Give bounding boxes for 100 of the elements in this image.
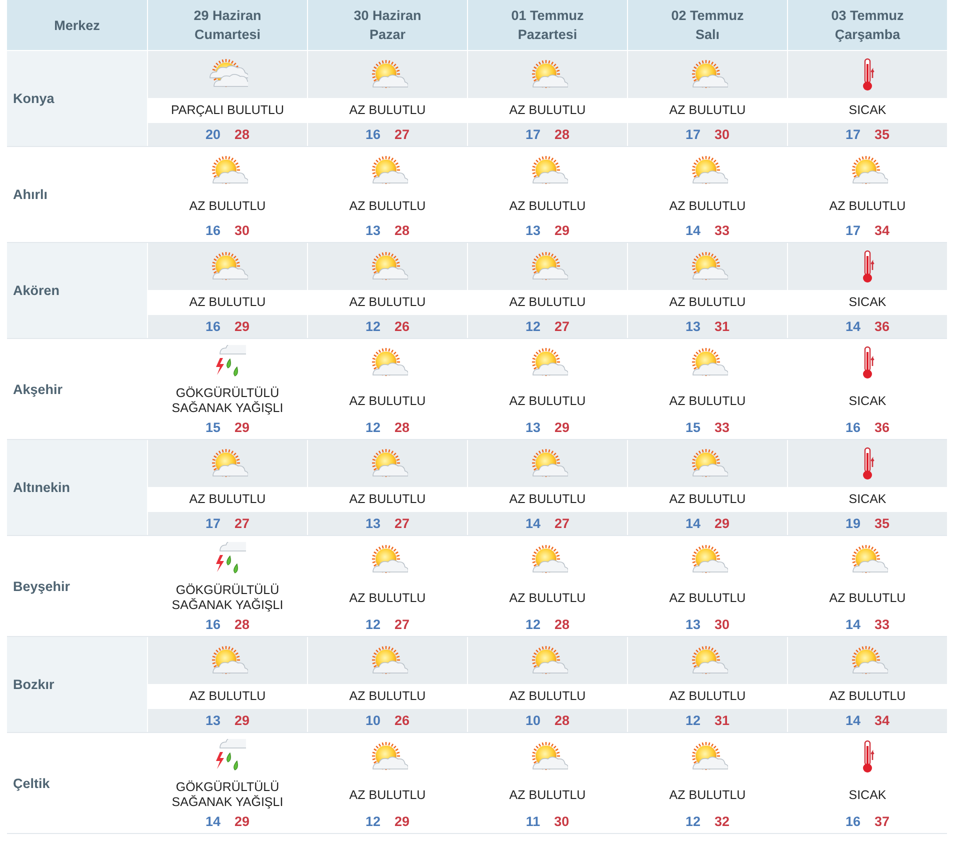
low-temperature: 17: [525, 127, 540, 142]
high-temperature: 28: [554, 617, 570, 632]
low-temperature: 12: [525, 617, 540, 632]
city-name: Altınekin: [7, 440, 147, 535]
condition-text: AZ BULUTLU: [669, 788, 746, 802]
condition-text: AZ BULUTLU: [669, 394, 746, 408]
high-temperature: 36: [874, 420, 890, 435]
low-temperature: 16: [205, 617, 220, 632]
high-temperature: 30: [714, 127, 730, 142]
column-header: 02 Temmuz Salı: [628, 0, 787, 50]
low-temperature: 12: [685, 713, 700, 728]
low-temperature: 12: [365, 617, 380, 632]
low-temperature: 13: [685, 319, 700, 334]
condition-text: AZ BULUTLU: [509, 394, 586, 408]
condition-text: AZ BULUTLU: [669, 492, 746, 507]
city-name: Bozkır: [7, 637, 147, 732]
high-temperature: 28: [554, 127, 570, 142]
high-temperature: 28: [554, 713, 570, 728]
high-temperature: 28: [394, 420, 410, 435]
condition-text: AZ BULUTLU: [509, 590, 586, 606]
low-temperature: 20: [205, 127, 220, 142]
low-temperature: 17: [205, 516, 220, 531]
high-temperature: 29: [234, 713, 250, 728]
high-temperature: 33: [714, 420, 730, 435]
low-temperature: 12: [525, 319, 540, 334]
condition-text: AZ BULUTLU: [669, 103, 746, 118]
high-temperature: 37: [874, 814, 890, 829]
high-temperature: 35: [874, 127, 890, 142]
high-temperature: 31: [714, 713, 730, 728]
low-temperature: 12: [365, 814, 380, 829]
high-temperature: 36: [874, 319, 890, 334]
column-header: 30 Haziran Pazar: [308, 0, 467, 50]
low-temperature: 14: [845, 319, 860, 334]
low-temperature: 14: [205, 814, 220, 829]
low-temperature: 15: [205, 420, 220, 435]
condition-text: SICAK: [848, 295, 886, 310]
condition-text: AZ BULUTLU: [669, 295, 746, 310]
condition-text: AZ BULUTLU: [829, 689, 906, 704]
condition-text: AZ BULUTLU: [189, 295, 266, 310]
high-temperature: 27: [554, 319, 570, 334]
high-temperature: 35: [874, 516, 890, 531]
high-temperature: 29: [714, 516, 730, 531]
low-temperature: 13: [205, 713, 220, 728]
condition-text: AZ BULUTLU: [509, 199, 586, 214]
high-temperature: 34: [874, 223, 890, 238]
high-temperature: 32: [714, 814, 730, 829]
high-temperature: 33: [874, 617, 890, 632]
high-temperature: 27: [394, 516, 410, 531]
condition-text: AZ BULUTLU: [349, 689, 426, 704]
low-temperature: 17: [845, 127, 860, 142]
condition-text: AZ BULUTLU: [509, 788, 586, 802]
condition-text: AZ BULUTLU: [669, 689, 746, 704]
low-temperature: 11: [526, 814, 540, 829]
city-name: Beyşehir: [12, 578, 72, 596]
condition-text: AZ BULUTLU: [349, 394, 426, 408]
condition-text: AZ BULUTLU: [669, 199, 746, 214]
low-temperature: 13: [525, 420, 540, 435]
column-header: 03 Temmuz Çarşamba: [788, 0, 947, 50]
condition-text: AZ BULUTLU: [349, 103, 426, 118]
low-temperature: 14: [845, 713, 860, 728]
high-temperature: 33: [714, 223, 730, 238]
city-name: Konya: [7, 51, 147, 146]
city-name: Ahırlı: [12, 186, 49, 204]
low-temperature: 15: [685, 420, 700, 435]
high-temperature: 27: [554, 516, 570, 531]
condition-text: SICAK: [848, 394, 886, 408]
condition-text: AZ BULUTLU: [349, 590, 426, 606]
column-header: Merkez: [7, 0, 147, 50]
low-temperature: 13: [685, 617, 700, 632]
low-temperature: 12: [365, 319, 380, 334]
high-temperature: 28: [234, 617, 250, 632]
condition-text: AZ BULUTLU: [189, 492, 266, 507]
high-temperature: 31: [714, 319, 730, 334]
high-temperature: 29: [234, 319, 250, 334]
low-temperature: 16: [845, 814, 860, 829]
high-temperature: 30: [714, 617, 730, 632]
condition-text: PARÇALI BULUTLU: [171, 103, 284, 118]
low-temperature: 16: [845, 420, 860, 435]
city-name: Akören: [7, 243, 147, 338]
low-temperature: 14: [525, 516, 540, 531]
low-temperature: 17: [845, 223, 860, 238]
condition-text: AZ BULUTLU: [509, 103, 586, 118]
condition-text: AZ BULUTLU: [189, 689, 266, 704]
high-temperature: 28: [394, 223, 410, 238]
low-temperature: 16: [205, 319, 220, 334]
condition-text: AZ BULUTLU: [189, 199, 266, 214]
city-name: Akşehir: [12, 380, 64, 399]
low-temperature: 14: [685, 516, 700, 531]
condition-text: GÖKGÜRÜLTÜLÜ SAĞANAK YAĞIŞLI: [170, 386, 284, 416]
high-temperature: 27: [394, 127, 410, 142]
condition-text: AZ BULUTLU: [349, 492, 426, 507]
low-temperature: 10: [365, 713, 380, 728]
high-temperature: 27: [234, 516, 250, 531]
condition-text: AZ BULUTLU: [349, 199, 426, 214]
condition-text: SICAK: [848, 103, 886, 118]
condition-text: AZ BULUTLU: [669, 590, 746, 606]
condition-text: AZ BULUTLU: [349, 295, 426, 310]
condition-text: AZ BULUTLU: [509, 689, 586, 704]
condition-text: AZ BULUTLU: [509, 295, 586, 310]
high-temperature: 30: [234, 223, 250, 238]
